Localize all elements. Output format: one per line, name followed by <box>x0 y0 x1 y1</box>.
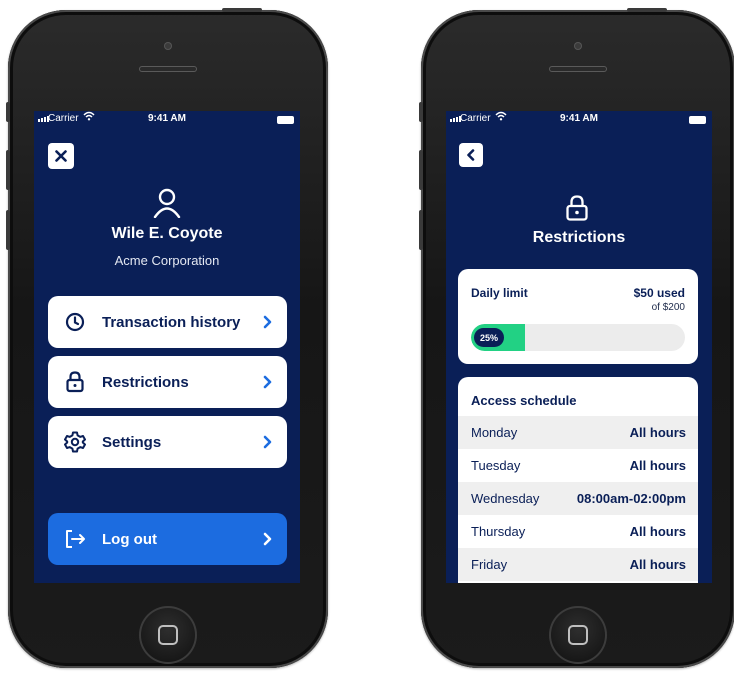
volume-down-button <box>6 210 10 250</box>
user-name: Wile E. Coyote <box>111 225 223 242</box>
schedule-row[interactable]: Tuesday All hours <box>458 449 698 482</box>
lock-icon <box>566 195 588 226</box>
chevron-right-icon <box>263 315 272 329</box>
schedule-day: Wednesday <box>471 491 540 506</box>
schedule-row[interactable]: Thursday All hours <box>458 515 698 548</box>
access-schedule-title: Access schedule <box>471 393 577 408</box>
schedule-hours: All hours <box>629 524 686 539</box>
schedule-hours: All hours <box>629 458 686 473</box>
company-name: Acme Corporation <box>114 253 220 268</box>
phone-restrictions: Carrier 9:41 AM Restrictions Daily limit… <box>419 8 734 668</box>
close-button[interactable] <box>48 143 74 169</box>
schedule-hours: 08:00am-02:00pm <box>576 491 686 506</box>
menu-item-transaction-history[interactable]: Transaction history <box>48 296 287 348</box>
menu-item-label: Restrictions <box>102 373 189 391</box>
restrictions-screen: Carrier 9:41 AM Restrictions Daily limit… <box>446 111 712 583</box>
clock-icon <box>64 311 86 333</box>
schedule-hours: All hours <box>629 557 686 572</box>
back-button[interactable] <box>459 143 483 167</box>
schedule-row[interactable]: Monday All hours <box>458 416 698 449</box>
chevron-left-icon <box>467 149 475 161</box>
user-icon <box>153 188 181 223</box>
gear-icon <box>64 431 86 453</box>
menu-item-label: Settings <box>102 433 162 451</box>
daily-limit-card: Daily limit $50 used of $200 25% <box>458 269 698 364</box>
front-camera <box>164 42 172 50</box>
status-time: 9:41 AM <box>560 113 598 124</box>
schedule-row[interactable]: Friday All hours <box>458 548 698 581</box>
earpiece-speaker <box>139 66 197 72</box>
chevron-right-icon <box>263 532 272 546</box>
schedule-list: Monday All hours Tuesday All hours Wedne… <box>458 416 698 581</box>
logout-icon <box>64 528 86 550</box>
earpiece-speaker <box>549 66 607 72</box>
chevron-right-icon <box>263 375 272 389</box>
schedule-hours: All hours <box>629 425 686 440</box>
volume-up-button <box>419 150 423 190</box>
lock-icon <box>64 371 86 393</box>
phone-profile: Carrier 9:41 AM Wile E. Coyote Acme Corp… <box>6 8 328 668</box>
mute-switch <box>6 102 10 122</box>
schedule-day: Thursday <box>471 524 526 539</box>
mute-switch <box>419 102 423 122</box>
menu-item-label: Transaction history <box>102 313 241 331</box>
home-button[interactable] <box>549 606 607 664</box>
access-schedule-card: Access schedule Monday All hours Tuesday… <box>458 377 698 583</box>
schedule-day: Friday <box>471 557 508 572</box>
schedule-day: Monday <box>471 425 518 440</box>
page-title: Restrictions <box>532 229 626 246</box>
volume-up-button <box>6 150 10 190</box>
schedule-day: Tuesday <box>471 458 521 473</box>
daily-limit-label: Daily limit <box>471 286 528 300</box>
chevron-right-icon <box>263 435 272 449</box>
logout-button[interactable]: Log out <box>48 513 287 565</box>
profile-screen: Carrier 9:41 AM Wile E. Coyote Acme Corp… <box>34 111 300 583</box>
schedule-row[interactable]: Wednesday 08:00am-02:00pm <box>458 482 698 515</box>
daily-limit-total: of $200 <box>651 302 685 313</box>
daily-limit-progress-bar: 25% <box>471 324 685 351</box>
daily-limit-used: $50 used <box>633 286 685 300</box>
progress-percent-badge: 25% <box>474 328 504 347</box>
status-bar: Carrier 9:41 AM <box>34 111 300 129</box>
volume-down-button <box>419 210 423 250</box>
logout-label: Log out <box>102 530 157 548</box>
status-time: 9:41 AM <box>148 113 186 124</box>
menu-item-settings[interactable]: Settings <box>48 416 287 468</box>
menu-item-restrictions[interactable]: Restrictions <box>48 356 287 408</box>
power-button <box>627 8 667 12</box>
power-button <box>222 8 262 12</box>
close-icon <box>55 150 67 162</box>
battery-icon <box>689 116 706 124</box>
status-bar: Carrier 9:41 AM <box>446 111 712 129</box>
front-camera <box>574 42 582 50</box>
home-button[interactable] <box>139 606 197 664</box>
battery-icon <box>277 116 294 124</box>
